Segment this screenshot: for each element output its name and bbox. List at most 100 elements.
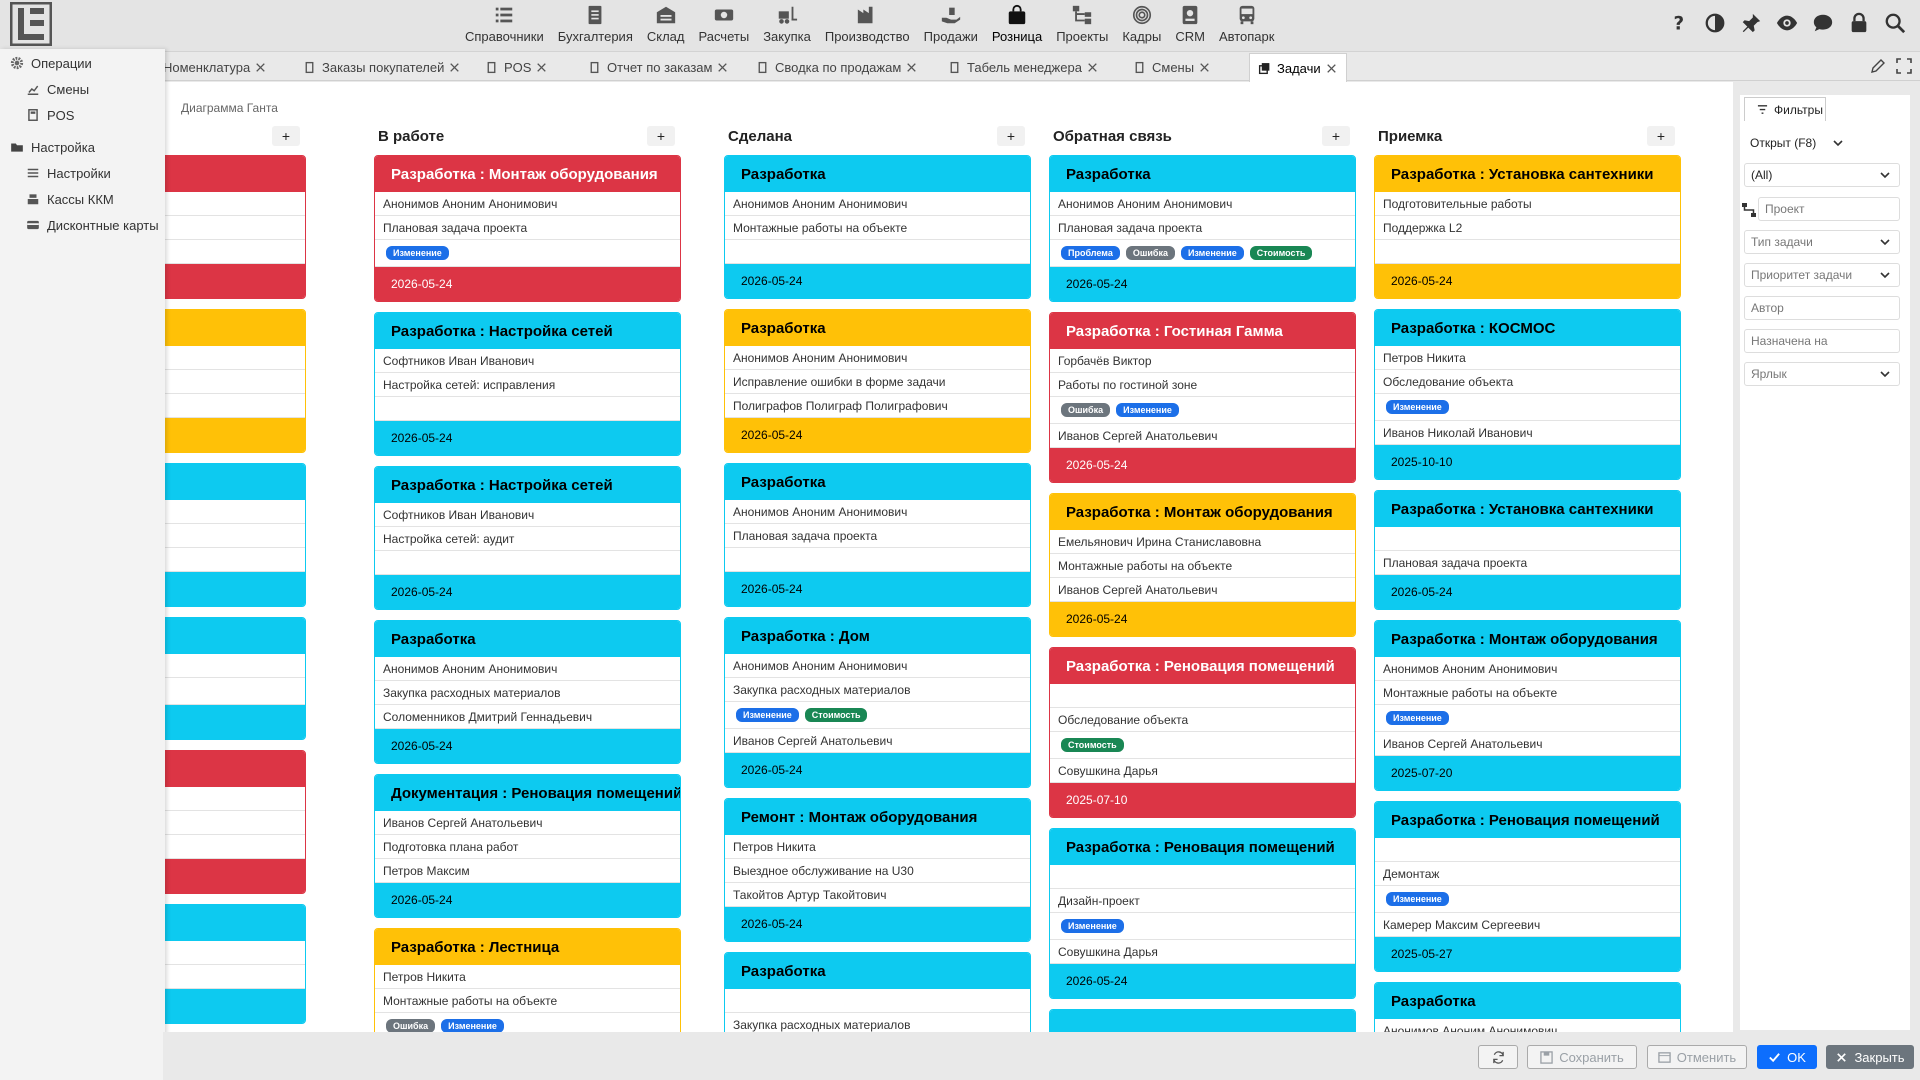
add-card-button[interactable]: + — [1322, 126, 1350, 146]
author-filter[interactable]: Автор — [1744, 296, 1900, 320]
fullscreen-icon[interactable] — [1896, 58, 1912, 74]
menu-item-hand[interactable]: Продажи — [917, 2, 985, 48]
task-card[interactable]: Разработка : Реновация помещений Дизайн-п… — [1049, 828, 1356, 999]
task-card[interactable]: Разработка : Монтаж оборудования Емельяно… — [1049, 493, 1356, 637]
close-tab-icon[interactable] — [448, 61, 461, 74]
close-button[interactable]: Закрыть — [1826, 1045, 1914, 1069]
task-type-filter[interactable]: Тип задачи — [1744, 230, 1900, 254]
tab-6[interactable]: Табель менеджера — [948, 53, 1099, 81]
tab-3[interactable]: POS — [485, 53, 548, 81]
search-icon[interactable] — [1884, 12, 1906, 34]
menu-item-sitemap[interactable]: Проекты — [1049, 2, 1115, 48]
filters-tab[interactable]: Фильтры — [1744, 97, 1826, 121]
tab-7[interactable]: Смены — [1133, 53, 1211, 81]
close-tab-icon[interactable] — [254, 61, 267, 74]
task-card[interactable]: Разработка Анонимов Аноним Анонимович — [1374, 982, 1681, 1032]
pin-icon[interactable] — [1740, 12, 1762, 34]
task-card[interactable]: Разработка : Реновация помещений Демонтаж… — [1374, 801, 1681, 972]
task-card[interactable]: нтаж оборудованияонимовичания — [163, 309, 306, 453]
task-card[interactable]: нтаж оборудованияонимовичоты — [163, 463, 306, 607]
task-card[interactable]: Разработка Анонимов Аноним Анонимович План… — [724, 463, 1031, 607]
task-card[interactable]: Разработка : Дом Анонимов Аноним Анонимов… — [724, 617, 1031, 788]
task-card[interactable]: Разработка : Монтаж оборудования Анонимов… — [1374, 620, 1681, 791]
lock-icon[interactable] — [1848, 12, 1870, 34]
task-card[interactable]: Разработка Анонимов Аноним Анонимович Монт… — [724, 155, 1031, 299]
sidebar-item-label: Операции — [31, 55, 92, 71]
close-tab-icon[interactable] — [905, 61, 918, 74]
task-card[interactable] — [1049, 1009, 1356, 1032]
menu-item-warehouse[interactable]: Склад — [640, 2, 692, 48]
app-logo[interactable] — [10, 2, 52, 46]
theme-contrast-icon[interactable] — [1704, 12, 1726, 34]
close-tab-icon[interactable] — [1325, 62, 1338, 75]
ok-button[interactable]: OK — [1757, 1045, 1817, 1069]
task-card[interactable]: ановка раковиныонимовичы: подготовкаоним… — [163, 750, 306, 894]
task-card[interactable]: онимовичкта — [163, 904, 306, 1024]
add-card-button[interactable]: + — [1647, 126, 1675, 146]
task-card[interactable]: Ремонт : Монтаж оборудования Петров Никит… — [724, 798, 1031, 942]
tab-4[interactable]: Отчет по заказам — [588, 53, 729, 81]
task-card[interactable]: Разработка : Установка сантехники Планова… — [1374, 490, 1681, 610]
eye-icon[interactable] — [1776, 12, 1798, 34]
close-tab-icon[interactable] — [716, 61, 729, 74]
chat-icon[interactable] — [1812, 12, 1834, 34]
close-tab-icon[interactable] — [535, 61, 548, 74]
menu-item-forklift[interactable]: Закупка — [756, 2, 818, 48]
task-card[interactable]: Разработка : Гостиная Гамма Горбачёв Викт… — [1049, 312, 1356, 483]
close-tab-icon[interactable] — [1198, 61, 1211, 74]
task-card[interactable]: Разработка : Лестница Петров Никита Монтаж… — [374, 928, 681, 1032]
save-button-label: Сохранить — [1559, 1049, 1624, 1065]
sidebar-item-2[interactable]: Смены — [0, 76, 165, 102]
scope-filter-value: (All) — [1751, 168, 1773, 182]
add-card-button[interactable]: + — [272, 126, 300, 146]
menu-item-shopping-bag[interactable]: Розница — [985, 2, 1049, 48]
task-card[interactable]: Разработка : Монтаж оборудования Анонимов… — [374, 155, 681, 302]
menu-item-bus[interactable]: Автопарк — [1212, 2, 1282, 48]
help-icon[interactable]: ? — [1668, 12, 1690, 34]
task-card-tags: Ошибка Изменение — [375, 1013, 680, 1032]
sidebar-item-7[interactable]: Дисконтные карты — [0, 212, 165, 238]
gantt-chart-link[interactable]: Диаграмма Ганта — [181, 101, 278, 115]
project-filter[interactable]: Проект — [1758, 197, 1900, 221]
cancel-button[interactable]: Отменить — [1647, 1045, 1747, 1069]
task-card[interactable]: Разработка : КОСМОС Петров Никита Обследов… — [1374, 309, 1681, 480]
save-button[interactable]: Сохранить — [1527, 1045, 1637, 1069]
menu-item-money[interactable]: Расчеты — [691, 2, 756, 48]
refresh-button[interactable] — [1478, 1045, 1518, 1069]
menu-item-factory[interactable]: Производство — [818, 2, 917, 48]
task-card[interactable]: нтаж оборудованияонимович — [163, 155, 306, 299]
add-card-button[interactable]: + — [997, 126, 1025, 146]
task-card[interactable]: Разработка Анонимов Аноним Анонимович Испр… — [724, 309, 1031, 453]
menu-item-contact[interactable]: CRM — [1168, 2, 1212, 48]
task-card[interactable]: Разработка Анонимов Аноним Анонимович Заку… — [374, 620, 681, 764]
tab-2[interactable]: Заказы покупателей — [303, 53, 461, 81]
sidebar-item-6[interactable]: Кассы ККМ — [0, 186, 165, 212]
sidebar-item-1[interactable]: Операции — [0, 50, 165, 76]
sidebar-item-3[interactable]: POS — [0, 102, 165, 128]
tab-1[interactable]: Номенклатура — [163, 53, 267, 81]
task-card[interactable]: Разработка : Реновация помещений Обследов… — [1049, 647, 1356, 818]
task-card[interactable]: Разработка : Настройка сетей Софтников Ив… — [374, 466, 681, 610]
menu-item-document[interactable]: Бухгалтерия — [551, 2, 640, 48]
task-card[interactable]: стницароверки уведомленияСтоимость — [163, 617, 306, 740]
tab-8[interactable]: Задачи — [1249, 53, 1347, 82]
menu-item-list[interactable]: Справочники — [458, 2, 551, 48]
task-card[interactable]: Разработка : Настройка сетей Софтников Ив… — [374, 312, 681, 456]
task-card-title — [1050, 1010, 1355, 1032]
tab-5[interactable]: Сводка по продажам — [756, 53, 918, 81]
status-filter[interactable]: Открыт (F8) — [1744, 131, 1852, 155]
sidebar-item-4[interactable]: Настройка — [0, 134, 165, 160]
priority-filter[interactable]: Приоритет задачи — [1744, 263, 1900, 287]
task-card[interactable]: Разработка Анонимов Аноним Анонимович План… — [1049, 155, 1356, 302]
add-card-button[interactable]: + — [647, 126, 675, 146]
assignee-filter[interactable]: Назначена на — [1744, 329, 1900, 353]
scope-filter[interactable]: (All) — [1744, 163, 1900, 187]
edit-icon[interactable] — [1870, 58, 1886, 74]
close-tab-icon[interactable] — [1086, 61, 1099, 74]
task-card[interactable]: Разработка Закупка расходных материалов — [724, 952, 1031, 1032]
sidebar-item-5[interactable]: Настройки — [0, 160, 165, 186]
label-filter[interactable]: Ярлык — [1744, 362, 1900, 386]
menu-item-fingerprint[interactable]: Кадры — [1115, 2, 1168, 48]
task-card[interactable]: Документация : Реновация помещений Иванов… — [374, 774, 681, 918]
task-card[interactable]: Разработка : Установка сантехники Подгото… — [1374, 155, 1681, 299]
